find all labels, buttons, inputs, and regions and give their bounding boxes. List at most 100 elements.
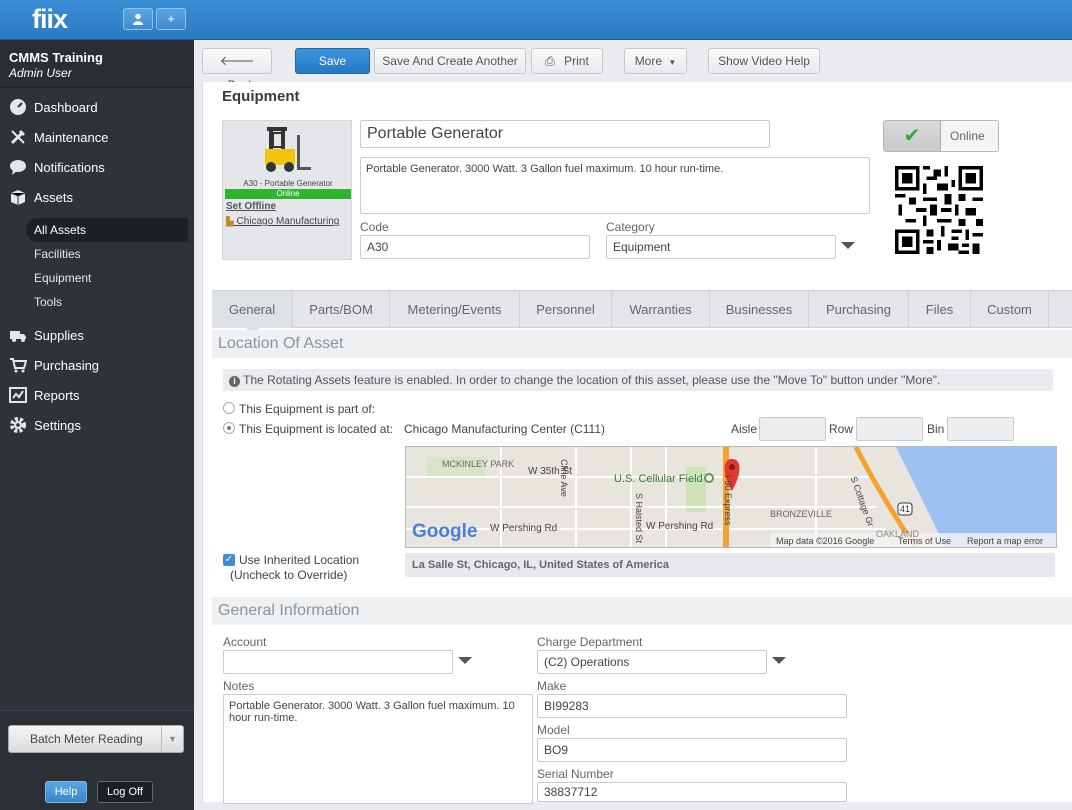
user-icon <box>133 13 143 25</box>
map-report-link[interactable]: Report a map error <box>967 536 1043 546</box>
chevron-down-icon[interactable]: ▼ <box>161 726 183 752</box>
set-offline-link[interactable]: Set Offline <box>226 201 276 212</box>
user-profile-button[interactable] <box>123 8 153 30</box>
card-asset-code: A30 - Portable Generator <box>243 179 333 188</box>
account-select[interactable] <box>223 650 453 674</box>
chart-icon <box>9 387 27 403</box>
sidebar-header: CMMS Training Admin User <box>0 40 194 88</box>
part-of-radio[interactable] <box>223 402 235 414</box>
equipment-name-input[interactable] <box>360 120 770 148</box>
wrench-icon <box>10 129 26 145</box>
user-name: Admin User <box>9 66 72 80</box>
caret-down-icon: ▼ <box>668 58 677 67</box>
subnav-tools[interactable]: Tools <box>0 290 194 314</box>
dropdown-arrow-icon[interactable] <box>772 657 786 664</box>
map-label-pershing-2: W Pershing Rd <box>646 521 714 532</box>
aisle-label: Aisle <box>731 422 758 436</box>
tab-businesses[interactable]: Businesses <box>710 291 809 328</box>
nav-label: Maintenance <box>34 129 109 145</box>
log-off-button[interactable]: Log Off <box>97 781 153 803</box>
make-label: Make <box>537 679 567 693</box>
printer-icon: ⎙ <box>545 54 555 68</box>
tab-parts-bom[interactable]: Parts/BOM <box>293 291 390 328</box>
map-terms-link[interactable]: Terms of Use <box>898 536 951 546</box>
tab-files[interactable]: Files <box>909 291 971 328</box>
nav-dashboard[interactable]: Dashboard <box>0 92 194 122</box>
save-button[interactable]: Save <box>295 48 370 74</box>
print-label: Print <box>564 54 589 68</box>
online-label: Online <box>950 129 985 143</box>
card-location-link[interactable]: ▙ Chicago Manufacturing <box>226 216 351 227</box>
nav-assets[interactable]: Assets <box>0 182 194 212</box>
save-and-create-another-button[interactable]: Save And Create Another <box>374 48 526 74</box>
bin-label: Bin <box>927 422 945 436</box>
notes-textarea[interactable]: Portable Generator. 3000 Watt. 3 Gallon … <box>223 694 533 804</box>
nav-reports[interactable]: Reports <box>0 380 194 410</box>
category-select[interactable] <box>606 235 836 259</box>
nav-label: Purchasing <box>34 357 100 373</box>
code-input[interactable] <box>360 235 590 259</box>
row-input[interactable] <box>856 417 923 441</box>
equipment-panel: Equipment A30 - Portable Generator Onlin… <box>202 82 1072 804</box>
description-textarea[interactable]: Portable Generator. 3000 Watt. 3 Gallon … <box>360 157 870 214</box>
located-at-radio[interactable] <box>223 422 235 434</box>
nav-settings[interactable]: Settings <box>0 410 194 440</box>
tab-overflow[interactable] <box>1049 291 1072 328</box>
nav-maintenance[interactable]: Maintenance <box>0 122 194 152</box>
serial-number-input[interactable] <box>537 782 847 802</box>
show-video-help-button[interactable]: Show Video Help <box>708 48 820 74</box>
model-label: Model <box>537 723 570 737</box>
fiix-logo[interactable]: fiix <box>32 4 68 35</box>
map-label-cellular: U.S. Cellular Field <box>614 473 703 485</box>
serial-number-label: Serial Number <box>537 767 614 781</box>
main-nav: Dashboard Maintenance Notifications Asse… <box>0 92 194 212</box>
site-name: Chicago Manufacturing Center (C111) <box>404 422 605 436</box>
charge-department-select[interactable] <box>537 650 767 674</box>
nav-supplies[interactable]: Supplies <box>0 320 194 350</box>
tab-warranties[interactable]: Warranties <box>612 291 710 328</box>
use-inherited-checkbox[interactable]: ✓ <box>223 554 235 566</box>
tab-purchasing[interactable]: Purchasing <box>809 291 909 328</box>
make-input[interactable] <box>537 694 847 718</box>
help-button[interactable]: Help <box>45 781 87 803</box>
subnav-equipment[interactable]: Equipment <box>0 266 194 290</box>
page-title: Equipment <box>222 88 300 105</box>
google-logo: Google <box>412 521 478 542</box>
aisle-input[interactable] <box>759 417 826 441</box>
nav-purchasing[interactable]: Purchasing <box>0 350 194 380</box>
tab-bar: General Parts/BOM Metering/Events Person… <box>212 290 1072 328</box>
online-toggle[interactable]: ✔ Online <box>883 120 999 152</box>
subnav-facilities[interactable]: Facilities <box>0 242 194 266</box>
batch-meter-reading-button[interactable]: Batch Meter Reading ▼ <box>8 725 184 753</box>
building-icon: ▙ <box>226 216 234 227</box>
cart-icon <box>10 358 27 373</box>
nav-notifications[interactable]: Notifications <box>0 152 194 182</box>
chat-bubble-icon <box>10 160 26 175</box>
location-name: Chicago Manufacturing <box>236 216 340 227</box>
print-button[interactable]: ⎙ Print <box>531 48 603 74</box>
bin-input[interactable] <box>947 417 1014 441</box>
tab-personnel[interactable]: Personnel <box>520 291 612 328</box>
add-button[interactable]: + <box>156 8 186 30</box>
back-button[interactable]: 🡐 Back <box>202 48 272 92</box>
dropdown-arrow-icon[interactable] <box>458 657 472 664</box>
location-map[interactable]: MCKINLEY PARK W 35th St U.S. Cellular Fi… <box>405 446 1057 548</box>
more-button[interactable]: More ▼ <box>624 48 687 74</box>
nav-label: Assets <box>34 189 74 205</box>
nav-label: Reports <box>34 387 80 403</box>
subnav-all-assets[interactable]: All Assets <box>26 218 188 242</box>
top-bar: fiix + <box>0 0 1072 40</box>
nav-label: Supplies <box>34 327 84 343</box>
nav-label: Notifications <box>34 159 105 175</box>
dropdown-arrow-icon[interactable] <box>841 242 855 249</box>
section-general-title: General Information <box>212 597 1072 625</box>
map-label-pershing-1: W Pershing Rd <box>490 523 558 534</box>
notes-label: Notes <box>223 679 255 693</box>
tab-metering-events[interactable]: Metering/Events <box>390 291 520 328</box>
uncheck-hint: (Uncheck to Override) <box>230 568 348 582</box>
model-input[interactable] <box>537 738 847 762</box>
tab-custom[interactable]: Custom <box>971 291 1049 328</box>
tab-general[interactable]: General <box>212 291 293 328</box>
map-label-cline: Cline Ave <box>559 459 569 497</box>
account-label: Account <box>223 635 267 649</box>
